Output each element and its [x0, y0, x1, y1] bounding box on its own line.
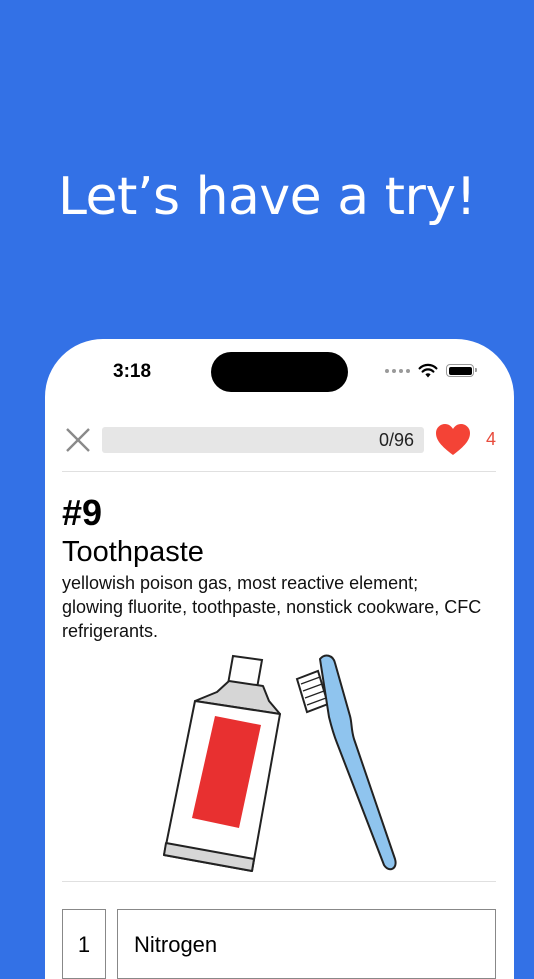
- dynamic-island: [211, 352, 348, 392]
- signal-icon: [385, 368, 410, 373]
- status-time: 3:18: [113, 361, 152, 382]
- progress-text: 0/96: [378, 430, 414, 450]
- quiz-topbar: 0/96 4: [62, 423, 496, 457]
- question-number: #9: [62, 492, 103, 533]
- lives-count: 4: [486, 429, 497, 449]
- wifi-icon: [418, 363, 438, 378]
- question-description: yellowish poison gas, most reactive elem…: [62, 573, 482, 641]
- toothpaste-illustration: [163, 654, 397, 872]
- close-icon[interactable]: [62, 424, 94, 456]
- heart-icon: [436, 424, 470, 455]
- battery-icon: [446, 364, 477, 377]
- answer-index: 1: [62, 909, 106, 979]
- answer-option[interactable]: Nitrogen: [117, 909, 496, 979]
- promo-headline: Let’s have a try!: [58, 167, 477, 227]
- content-divider: [62, 881, 496, 882]
- toothpaste-tube-icon: [163, 654, 281, 872]
- phone-screen: 3:18 0/96 4 #9 Toothpaste yellowish pois…: [45, 339, 514, 979]
- status-icons: [385, 363, 477, 378]
- header-divider: [62, 471, 496, 472]
- toothbrush-icon: [295, 654, 397, 871]
- quiz-progress-bar: 0/96: [102, 427, 424, 453]
- question-title: Toothpaste: [62, 536, 204, 568]
